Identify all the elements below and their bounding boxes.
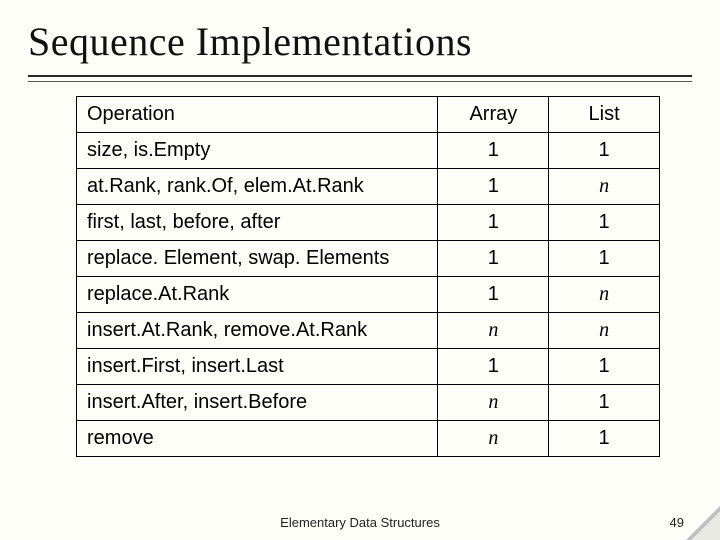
title-underline — [28, 75, 692, 82]
slide-title: Sequence Implementations — [28, 18, 692, 65]
cell-list: n — [549, 313, 660, 349]
cell-op: size, is.Empty — [77, 133, 438, 169]
table-row: remove n 1 — [77, 421, 660, 457]
cell-op: insert.After, insert.Before — [77, 385, 438, 421]
table-header-row: Operation Array List — [77, 97, 660, 133]
col-list: List — [549, 97, 660, 133]
cell-op: at.Rank, rank.Of, elem.At.Rank — [77, 169, 438, 205]
table-row: insert.At.Rank, remove.At.Rank n n — [77, 313, 660, 349]
table-row: insert.After, insert.Before n 1 — [77, 385, 660, 421]
cell-array: n — [438, 385, 549, 421]
cell-array: 1 — [438, 349, 549, 385]
table-row: at.Rank, rank.Of, elem.At.Rank 1 n — [77, 169, 660, 205]
slide: Sequence Implementations Operation Array… — [0, 0, 720, 540]
table-row: insert.First, insert.Last 1 1 — [77, 349, 660, 385]
cell-list: 1 — [549, 205, 660, 241]
table-row: replace. Element, swap. Elements 1 1 — [77, 241, 660, 277]
complexity-table-wrap: Operation Array List size, is.Empty 1 1 … — [76, 96, 660, 457]
cell-op: first, last, before, after — [77, 205, 438, 241]
slide-footer: Elementary Data Structures — [0, 515, 720, 530]
col-operation: Operation — [77, 97, 438, 133]
cell-list: n — [549, 169, 660, 205]
page-number: 49 — [670, 515, 684, 530]
cell-op: insert.First, insert.Last — [77, 349, 438, 385]
col-array: Array — [438, 97, 549, 133]
cell-list: 1 — [549, 133, 660, 169]
title-wrap: Sequence Implementations — [0, 0, 720, 75]
cell-list: 1 — [549, 385, 660, 421]
cell-op: remove — [77, 421, 438, 457]
cell-list: 1 — [549, 241, 660, 277]
cell-op: insert.At.Rank, remove.At.Rank — [77, 313, 438, 349]
table-row: size, is.Empty 1 1 — [77, 133, 660, 169]
cell-list: 1 — [549, 349, 660, 385]
cell-list: 1 — [549, 421, 660, 457]
cell-op: replace. Element, swap. Elements — [77, 241, 438, 277]
cell-array: n — [438, 313, 549, 349]
cell-array: 1 — [438, 205, 549, 241]
table-row: replace.At.Rank 1 n — [77, 277, 660, 313]
complexity-table: Operation Array List size, is.Empty 1 1 … — [76, 96, 660, 457]
cell-array: 1 — [438, 241, 549, 277]
cell-array: 1 — [438, 133, 549, 169]
cell-array: n — [438, 421, 549, 457]
cell-op: replace.At.Rank — [77, 277, 438, 313]
table-row: first, last, before, after 1 1 — [77, 205, 660, 241]
cell-array: 1 — [438, 277, 549, 313]
cell-list: n — [549, 277, 660, 313]
cell-array: 1 — [438, 169, 549, 205]
